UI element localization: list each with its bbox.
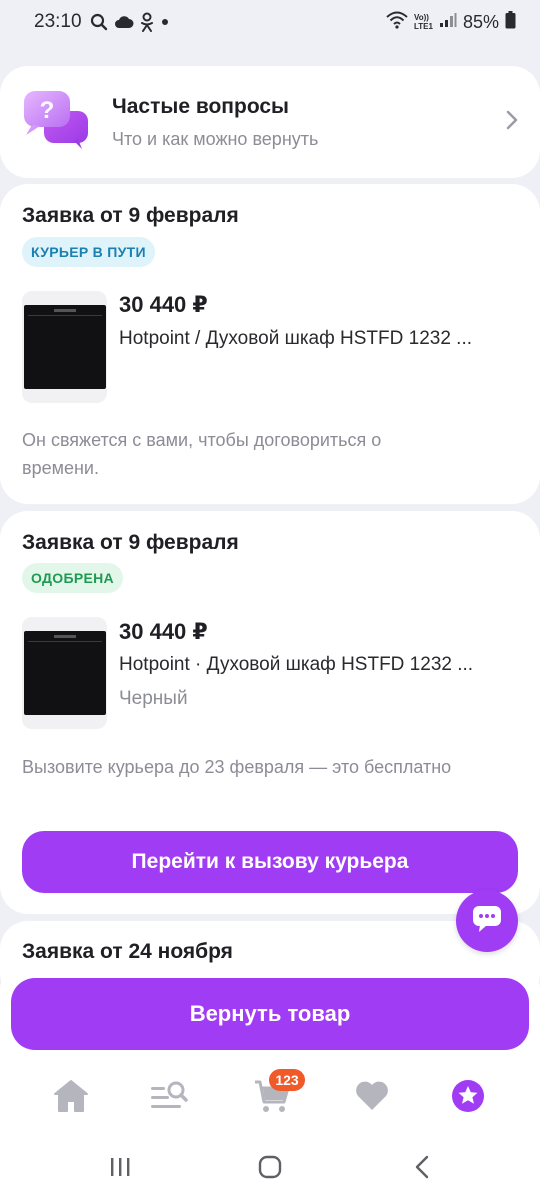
- chat-icon: [472, 905, 502, 938]
- faq-subtitle: Что и как можно вернуть: [112, 128, 319, 149]
- odnoklassniki-icon: [140, 12, 154, 32]
- svg-text:?: ?: [40, 97, 55, 124]
- favorites-icon: [354, 1080, 390, 1117]
- home-nav-icon: [258, 1155, 282, 1184]
- status-time: 23:10: [34, 11, 82, 32]
- product-name: Hotpoint · Духовой шкаф HSTFD 1232 ...: [119, 654, 474, 675]
- battery-icon: [505, 10, 516, 34]
- status-badge: ОДОБРЕНА: [22, 563, 123, 593]
- order-card[interactable]: Заявка от 9 февраля КУРЬЕР В ПУТИ 30 440…: [0, 184, 540, 504]
- return-item-button[interactable]: Вернуть товар: [11, 978, 529, 1050]
- back-icon: [414, 1155, 430, 1184]
- product-image[interactable]: [22, 291, 107, 403]
- product-price: 30 440 ₽: [119, 292, 208, 317]
- product-name: Hotpoint / Духовой шкаф HSTFD 1232 ...: [119, 328, 473, 349]
- volte-top: Vo)): [414, 13, 429, 22]
- profile-star-icon: [450, 1078, 486, 1119]
- search-icon: [90, 13, 108, 31]
- tab-catalog[interactable]: [147, 1076, 191, 1120]
- faq-title: Частые вопросы: [112, 94, 289, 118]
- battery-percent: 85%: [462, 11, 499, 32]
- wifi-icon: [386, 11, 408, 34]
- oven-image: [23, 305, 106, 389]
- support-chat-button[interactable]: [456, 890, 518, 952]
- order-note: Вызовите курьера до 23 февраля — это бес…: [22, 757, 452, 777]
- tab-profile[interactable]: [446, 1076, 490, 1120]
- order-note: Он свяжется с вами, чтобы договориться о…: [22, 430, 382, 478]
- cloud-icon: [114, 15, 134, 29]
- order-title: Заявка от 9 февраля: [22, 531, 239, 554]
- faq-card[interactable]: ? Частые вопросы Что и как можно вернуть: [0, 66, 540, 178]
- oven-image: [23, 631, 106, 715]
- faq-chat-bubbles-icon: ?: [22, 89, 90, 156]
- status-bar: 23:10 Vo)) LTE1 85%: [0, 0, 540, 44]
- signal-icon: [439, 12, 457, 33]
- order-card[interactable]: Заявка от 9 февраля ОДОБРЕНА 30 440 ₽ Ho…: [0, 511, 540, 914]
- recent-apps-icon: [108, 1156, 132, 1183]
- system-nav-bar: [0, 1140, 540, 1200]
- catalog-search-icon: [149, 1079, 189, 1118]
- chevron-right-icon: [506, 110, 518, 135]
- call-courier-button[interactable]: Перейти к вызову курьера: [22, 831, 518, 893]
- product-price: 30 440 ₽: [119, 619, 208, 644]
- cart-count-badge: 123: [269, 1069, 305, 1091]
- status-badge: КУРЬЕР В ПУТИ: [22, 237, 155, 267]
- home-nav-button[interactable]: [250, 1154, 290, 1184]
- product-color: Черный: [119, 688, 188, 709]
- back-button[interactable]: [402, 1154, 442, 1184]
- tab-home[interactable]: [49, 1076, 93, 1120]
- dot-icon: [160, 17, 170, 27]
- home-icon: [53, 1079, 89, 1118]
- order-title: Заявка от 24 ноября: [22, 940, 233, 963]
- volte-icon: Vo)) LTE1: [414, 13, 433, 31]
- volte-bottom: LTE1: [414, 22, 433, 31]
- tab-favorites[interactable]: [350, 1076, 394, 1120]
- order-title: Заявка от 9 февраля: [22, 204, 239, 227]
- product-image[interactable]: [22, 617, 107, 729]
- recent-apps-button[interactable]: [100, 1154, 140, 1184]
